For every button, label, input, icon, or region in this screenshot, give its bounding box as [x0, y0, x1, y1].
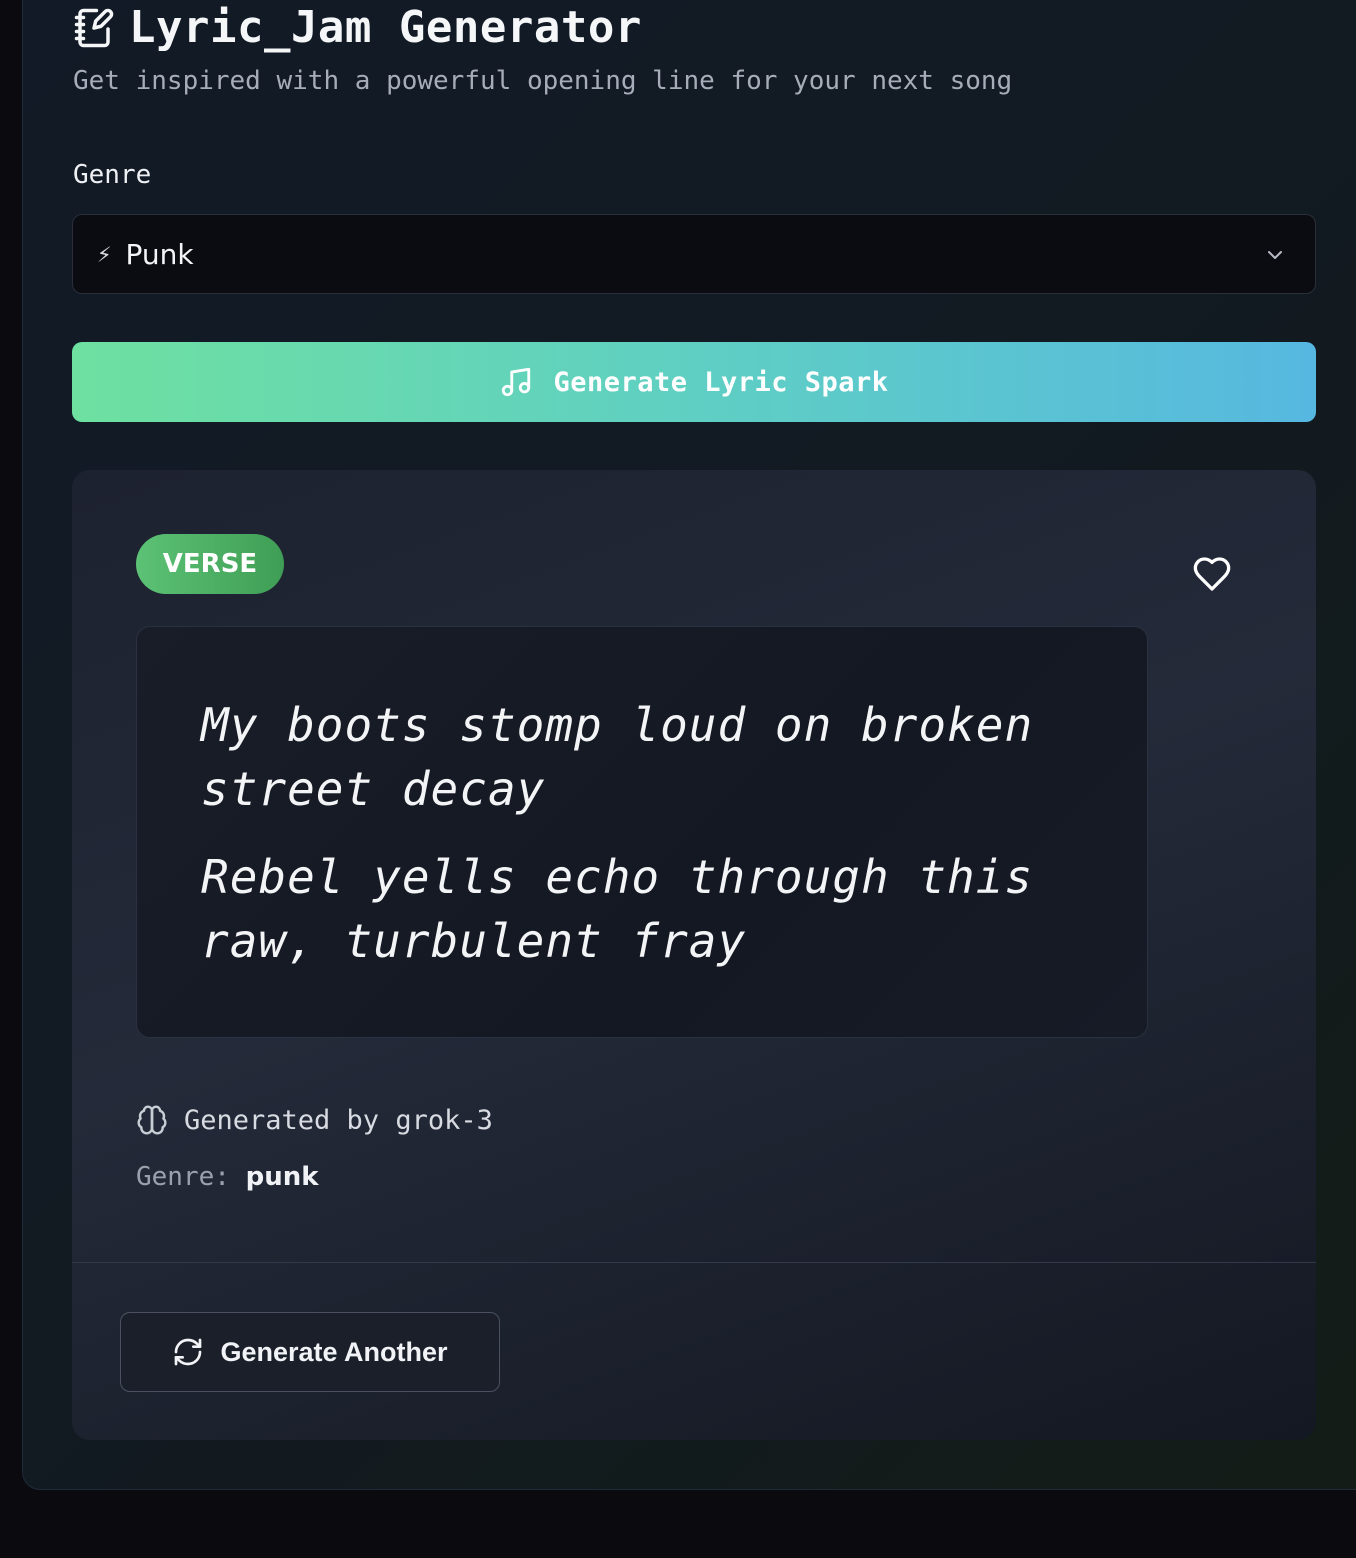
generate-another-label: Generate Another — [220, 1336, 448, 1367]
page-subtitle: Get inspired with a powerful opening lin… — [73, 66, 1013, 96]
genre-select[interactable]: ⚡ Punk — [72, 214, 1316, 294]
refresh-icon — [175, 1338, 202, 1366]
bolt-icon: ⚡ — [97, 240, 112, 268]
genre-label: Genre — [73, 160, 152, 190]
lyric-text-box: My boots stomp loud on broken street dec… — [136, 626, 1148, 1038]
chevron-down-icon — [1268, 251, 1282, 259]
generate-another-button[interactable]: Generate Another — [120, 1312, 500, 1392]
generate-lyric-button[interactable]: Generate Lyric Spark — [72, 342, 1316, 422]
section-badge: VERSE — [136, 534, 284, 594]
genre-meta-value: punk — [245, 1162, 319, 1192]
notebook-pen-icon — [74, 8, 114, 47]
divider — [72, 1262, 1316, 1263]
generate-lyric-label: Generate Lyric Spark — [553, 366, 889, 398]
brain-icon — [137, 1105, 167, 1135]
genre-meta: Genre: punk — [136, 1162, 319, 1192]
lyric-line: My boots stomp loud on broken street dec… — [201, 698, 1034, 816]
generated-by-text: Generated by grok-3 — [184, 1104, 493, 1136]
heart-icon[interactable] — [1192, 554, 1232, 594]
page-title: Lyric_Jam Generator — [129, 2, 642, 53]
lyric-result-card: VERSE My boots stomp loud on broken stre… — [72, 470, 1316, 1440]
generated-by-row: Generated by grok-3 — [136, 1104, 493, 1136]
genre-select-value: Punk — [125, 237, 194, 271]
lyric-line: Rebel yells echo through this raw, turbu… — [201, 850, 1034, 968]
music-note-icon — [502, 367, 531, 397]
header: Lyric_Jam Generator — [73, 2, 642, 53]
genre-meta-key: Genre: — [136, 1162, 230, 1192]
